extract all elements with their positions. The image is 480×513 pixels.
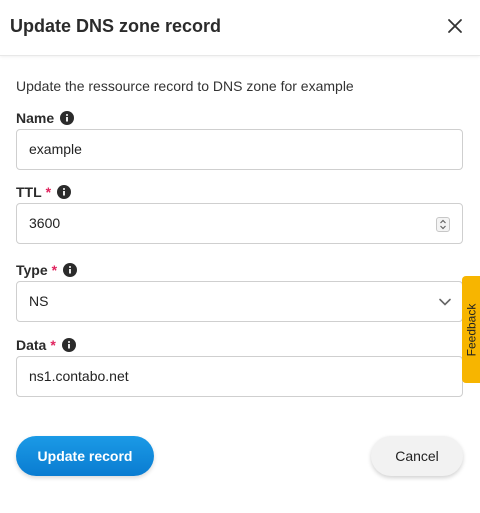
info-icon[interactable] — [61, 338, 76, 352]
cancel-button[interactable]: Cancel — [371, 436, 463, 476]
info-icon[interactable] — [60, 111, 75, 125]
ttl-label-text: TTL — [16, 184, 42, 200]
close-button[interactable] — [445, 16, 465, 36]
dialog-header: Update DNS zone record — [0, 0, 480, 56]
info-icon[interactable] — [57, 185, 72, 199]
name-field[interactable] — [16, 129, 463, 170]
name-label: Name — [16, 110, 75, 126]
data-label-text: Data — [16, 337, 47, 353]
name-label-text: Name — [16, 110, 55, 126]
ttl-input[interactable] — [29, 204, 429, 243]
stepper-icon — [440, 219, 446, 230]
data-label: Data * — [16, 337, 76, 353]
feedback-tab[interactable]: Feedback — [462, 276, 480, 383]
ttl-label: TTL * — [16, 184, 72, 200]
type-label: Type * — [16, 262, 78, 278]
info-icon[interactable] — [63, 263, 78, 277]
required-marker: * — [51, 262, 58, 278]
dialog-title: Update DNS zone record — [10, 16, 222, 36]
type-select[interactable]: NS — [16, 281, 463, 322]
ttl-stepper[interactable] — [436, 217, 450, 232]
type-label-text: Type — [16, 262, 48, 278]
name-input[interactable] — [29, 130, 429, 169]
ttl-field[interactable] — [16, 203, 463, 244]
required-marker: * — [45, 184, 52, 200]
data-field[interactable] — [16, 356, 463, 397]
update-dns-record-dialog: Update DNS zone record Update the ressou… — [0, 0, 480, 513]
type-select-value: NS — [29, 293, 49, 309]
chevron-down-icon — [438, 296, 452, 308]
dialog-description: Update the ressource record to DNS zone … — [16, 78, 354, 94]
feedback-label: Feedback — [464, 303, 479, 356]
update-record-button[interactable]: Update record — [16, 436, 154, 476]
close-icon — [448, 19, 462, 33]
data-input[interactable] — [29, 357, 429, 396]
required-marker: * — [50, 337, 56, 353]
